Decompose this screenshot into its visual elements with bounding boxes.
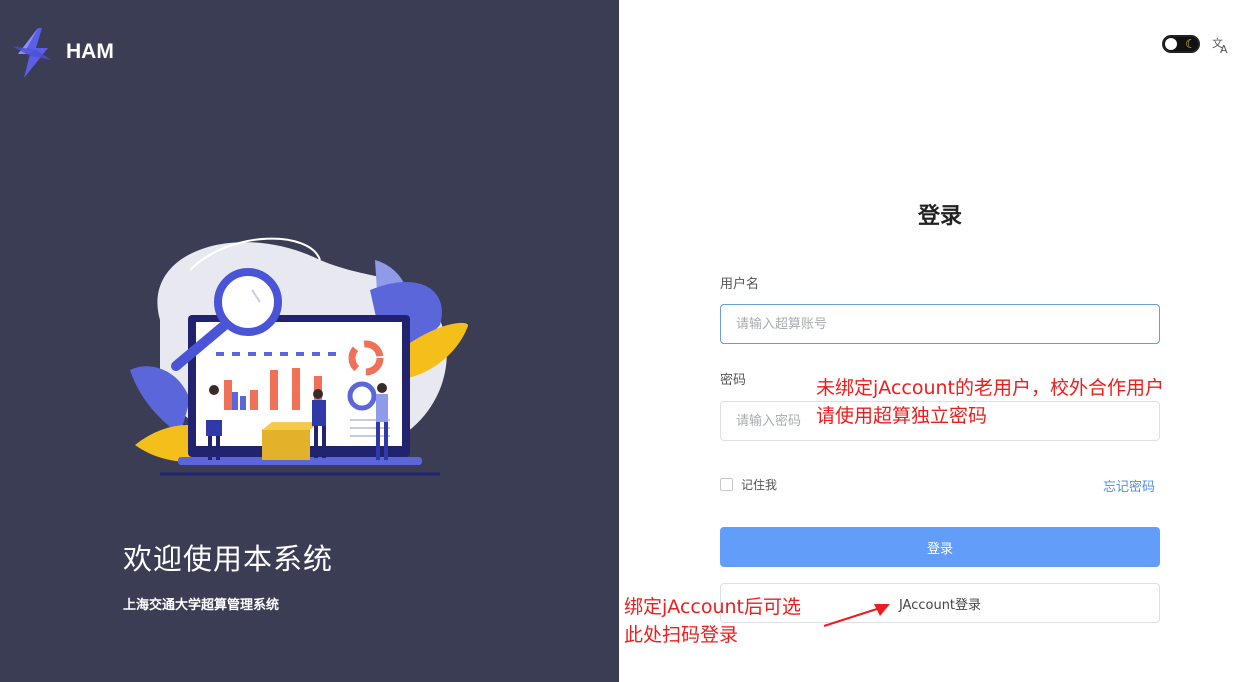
welcome-illustration: [130, 237, 469, 476]
forgot-password-link[interactable]: 忘记密码: [1103, 476, 1155, 495]
moon-icon: ☾: [1185, 37, 1196, 51]
ham-logo: [12, 28, 52, 78]
brand-name: HAM: [66, 40, 114, 63]
system-subtitle: 上海交通大学超算管理系统: [123, 598, 280, 613]
username-input[interactable]: [720, 304, 1160, 344]
username-label: 用户名: [720, 277, 760, 292]
password-annotation-line1: 未绑定jAccount的老用户，校外合作用户: [816, 377, 1164, 399]
remember-checkbox[interactable]: [720, 478, 733, 491]
svg-text:A: A: [1220, 43, 1228, 55]
translate-icon[interactable]: 文 A: [1211, 35, 1231, 55]
annotation-arrow-icon: [823, 604, 890, 627]
login-button[interactable]: 登录: [720, 527, 1160, 567]
welcome-heading: 欢迎使用本系统: [123, 542, 334, 576]
jaccount-annotation-line2: 此处扫码登录: [624, 624, 739, 646]
toggle-knob: [1165, 38, 1177, 50]
password-annotation-line2: 请使用超算独立密码: [816, 405, 988, 427]
login-title: 登录: [917, 204, 962, 229]
theme-toggle[interactable]: ☾: [1162, 35, 1200, 53]
jaccount-annotation: 绑定jAccount后可选 此处扫码登录: [624, 593, 801, 649]
password-label: 密码: [720, 373, 747, 388]
remember-me[interactable]: 记住我: [720, 476, 777, 493]
password-annotation: 未绑定jAccount的老用户，校外合作用户 请使用超算独立密码: [816, 374, 1164, 430]
remember-label: 记住我: [741, 478, 778, 492]
jaccount-annotation-line1: 绑定jAccount后可选: [624, 596, 801, 618]
